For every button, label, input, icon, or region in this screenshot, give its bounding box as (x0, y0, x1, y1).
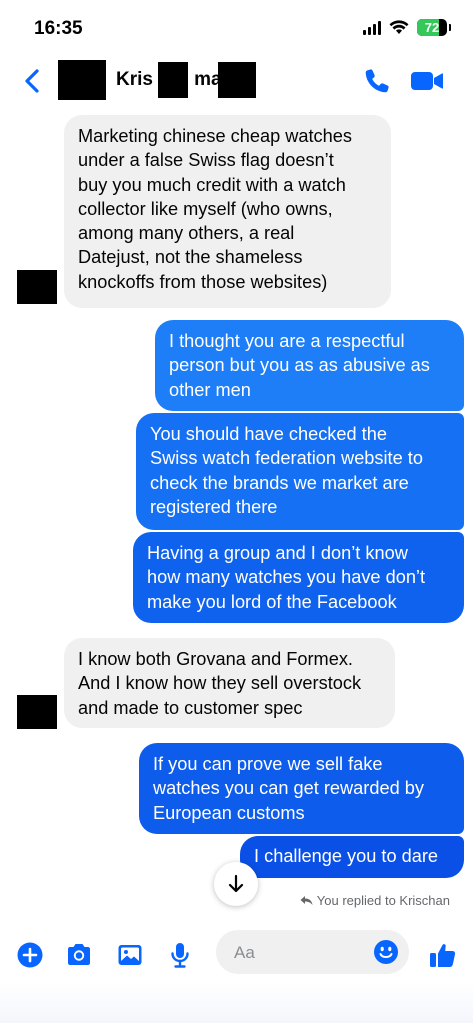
message-bubble-outgoing[interactable]: I thought you are a respectful person bu… (155, 320, 464, 411)
message-line: under a false Swiss flag doesn’t (78, 150, 334, 171)
message-line: person but you as as abusive as (169, 355, 430, 376)
thumbs-up-icon[interactable] (428, 940, 458, 970)
message-line: Datejust, not the shameless (78, 247, 303, 268)
message-bubble-incoming[interactable]: Marketing chinese cheap watches under a … (64, 115, 391, 308)
video-camera-icon[interactable] (410, 68, 444, 94)
message-line: and made to customer spec (78, 697, 303, 718)
signal-icon (363, 20, 381, 35)
chat-header: Kris n B mann (0, 56, 473, 106)
reply-arrow-icon (300, 896, 313, 905)
battery-percent: 72 (424, 20, 440, 35)
message-line: collector like myself (who owns, (78, 198, 333, 219)
sender-avatar[interactable] (17, 695, 57, 729)
emoji-icon[interactable] (373, 939, 399, 965)
message-line: how many watches you have don’t (147, 567, 426, 588)
message-bubble-outgoing[interactable]: Having a group and I don’t know how many… (133, 532, 464, 623)
scroll-to-bottom-button[interactable] (214, 862, 258, 906)
battery-icon: 72 (417, 19, 451, 36)
message-line: buy you much credit with a watch (78, 174, 346, 195)
message-bubble-incoming[interactable]: I know both Grovana and Formex. And I kn… (64, 638, 395, 728)
message-line: European customs (153, 802, 305, 823)
reply-note-text: You replied to Krischan (316, 893, 450, 908)
message-line: I challenge you to dare (254, 846, 439, 866)
message-line: registered there (150, 496, 278, 517)
message-line: And I know how they sell overstock (78, 673, 362, 694)
composer-bar: Aa (0, 926, 473, 982)
status-time: 16:35 (34, 18, 83, 39)
message-bubble-outgoing[interactable]: I challenge you to dare (240, 836, 464, 878)
status-bar: 16:35 72 (0, 0, 473, 56)
back-chevron-icon[interactable] (20, 66, 46, 96)
message-line: check the brands we market are (150, 472, 409, 493)
reply-note: You replied to Krischan (300, 893, 450, 908)
message-bubble-outgoing[interactable]: You should have checked the Swiss watch … (136, 413, 464, 530)
message-line: watches you can get rewarded by (153, 778, 424, 799)
message-line: Marketing chinese cheap watches (78, 126, 352, 146)
microphone-icon[interactable] (165, 940, 195, 970)
phone-icon[interactable] (362, 66, 392, 96)
status-icons: 72 (363, 19, 451, 36)
message-line: Having a group and I don’t know (147, 543, 408, 563)
camera-icon[interactable] (64, 940, 94, 970)
redaction-box (158, 62, 188, 98)
wifi-icon (389, 20, 409, 34)
message-input[interactable]: Aa (216, 930, 409, 974)
message-input-placeholder: Aa (234, 943, 255, 962)
home-indicator-area (0, 982, 473, 1023)
message-line: other men (169, 379, 251, 400)
gallery-icon[interactable] (115, 940, 145, 970)
message-bubble-outgoing[interactable]: If you can prove we sell fake watches yo… (139, 743, 464, 834)
message-line: I thought you are a respectful (169, 331, 405, 351)
plus-icon[interactable] (15, 940, 45, 970)
arrow-down-icon (228, 874, 244, 893)
message-line: I know both Grovana and Formex. (78, 649, 353, 669)
message-line: knockoffs from those websites) (78, 271, 328, 292)
sender-avatar[interactable] (17, 270, 57, 304)
message-line: Swiss watch federation website to (150, 448, 423, 469)
message-line: make you lord of the Facebook (147, 591, 397, 612)
message-line: If you can prove we sell fake (153, 754, 383, 774)
redaction-box (218, 62, 256, 98)
contact-avatar[interactable] (58, 60, 106, 100)
message-line: You should have checked the (150, 424, 387, 444)
message-line: among many others, a real (78, 223, 295, 244)
